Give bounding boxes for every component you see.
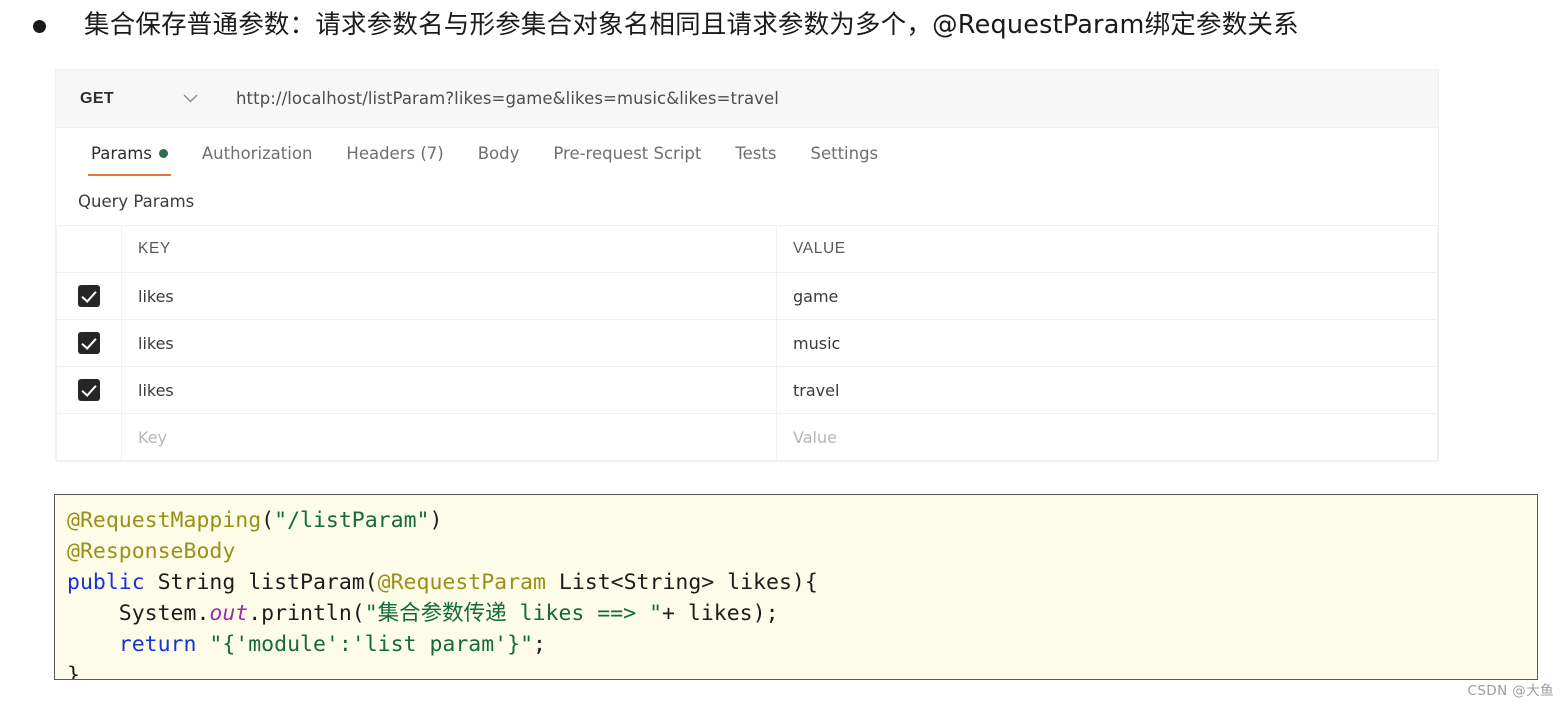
code-line-5: return "{'module':'list param'}"; — [67, 629, 1537, 660]
tab-headers-label: Headers (7) — [346, 143, 444, 163]
row-checkbox-1[interactable] — [57, 332, 121, 354]
row-key-text: likes — [138, 333, 174, 353]
row-checkbox-cell[interactable] — [56, 272, 122, 320]
chevron-down-icon — [183, 91, 198, 106]
http-method-label: GET — [80, 89, 115, 107]
code-token: } — [67, 663, 80, 680]
table-row: likes travel — [56, 366, 1438, 414]
code-token: .println( — [248, 601, 365, 626]
row-value-cell[interactable]: game — [776, 272, 1438, 320]
tab-tests-label: Tests — [735, 143, 777, 163]
csdn-watermark: CSDN @大鱼 — [1467, 683, 1554, 699]
row-key-cell-empty[interactable]: Key — [121, 413, 777, 461]
row-checkbox-cell[interactable] — [56, 319, 122, 367]
code-token: ; — [533, 632, 546, 657]
java-code-block: @RequestMapping("/listParam") @ResponseBo… — [54, 494, 1538, 680]
row-value-placeholder: Value — [793, 427, 837, 447]
request-url-bar: GET http://localhost/listParam?likes=gam… — [56, 70, 1438, 128]
code-token: @RequestParam — [377, 570, 546, 595]
bullet-heading-text: 集合保存普通参数：请求参数名与形参集合对象名相同且请求参数为多个，@Reques… — [84, 10, 1299, 40]
code-token: "/listParam" — [274, 508, 430, 533]
code-token: + likes); — [662, 601, 779, 626]
code-line-2: @ResponseBody — [67, 536, 1537, 567]
table-header-value-label: VALUE — [793, 240, 846, 257]
code-token: public — [67, 570, 145, 595]
postman-request-panel: GET http://localhost/listParam?likes=gam… — [56, 70, 1438, 461]
row-value-cell-empty[interactable]: Value — [776, 413, 1438, 461]
code-token: return — [118, 632, 197, 657]
row-key-cell[interactable]: likes — [121, 272, 777, 320]
code-token: @RequestMapping — [67, 508, 262, 533]
bullet-dot-icon — [33, 20, 46, 33]
row-key-cell[interactable]: likes — [121, 366, 777, 414]
tab-settings[interactable]: Settings — [793, 128, 895, 178]
row-key-text: likes — [138, 380, 174, 400]
tab-pre-request-script[interactable]: Pre-request Script — [536, 128, 718, 178]
request-url-input[interactable]: http://localhost/listParam?likes=game&li… — [216, 89, 779, 108]
bullet-heading: 集合保存普通参数：请求参数名与形参集合对象名相同且请求参数为多个，@Reques… — [0, 8, 1560, 42]
row-key-placeholder: Key — [138, 427, 168, 447]
code-line-3: public String listParam(@RequestParam Li… — [67, 567, 1537, 598]
row-checkbox-0[interactable] — [57, 285, 121, 307]
table-header-row: KEY VALUE — [56, 225, 1438, 273]
code-token: List<String> likes){ — [545, 570, 818, 595]
tab-authorization[interactable]: Authorization — [185, 128, 330, 178]
code-token: @ResponseBody — [67, 539, 236, 564]
code-line-1: @RequestMapping("/listParam") — [67, 505, 1537, 536]
tab-headers[interactable]: Headers (7) — [329, 128, 460, 178]
table-row: likes music — [56, 319, 1438, 367]
table-header-checkbox-cell — [56, 225, 122, 273]
table-header-key-label: KEY — [138, 240, 171, 257]
code-token: "集合参数传递 likes ==> " — [364, 601, 663, 626]
row-checkbox-cell[interactable] — [56, 366, 122, 414]
request-tab-bar: Params Authorization Headers (7) Body Pr… — [56, 128, 1438, 178]
tab-pre-request-script-label: Pre-request Script — [553, 143, 702, 163]
table-header-key: KEY — [121, 225, 777, 273]
row-key-cell[interactable]: likes — [121, 319, 777, 367]
tab-tests[interactable]: Tests — [718, 128, 793, 178]
checkbox-checked-icon — [78, 332, 100, 354]
code-line-6: } — [67, 660, 1537, 680]
row-value-text: game — [793, 286, 839, 306]
tab-params-label: Params — [91, 143, 152, 163]
checkbox-checked-icon — [78, 379, 100, 401]
table-row-empty: Key Value — [56, 413, 1438, 461]
table-row: likes game — [56, 272, 1438, 320]
row-value-cell[interactable]: travel — [776, 366, 1438, 414]
tab-body-label: Body — [477, 143, 520, 163]
row-checkbox-2[interactable] — [57, 379, 121, 401]
row-value-text: music — [793, 333, 841, 353]
row-key-text: likes — [138, 286, 174, 306]
tab-settings-label: Settings — [810, 143, 879, 163]
params-status-dot-icon — [158, 148, 168, 158]
tab-authorization-label: Authorization — [201, 143, 313, 163]
query-params-section-label: Query Params — [56, 178, 1438, 225]
code-token: "{'module':'list param'}" — [209, 632, 534, 657]
code-token: ( — [261, 508, 275, 533]
code-token: String listParam( — [144, 570, 378, 595]
http-method-selector[interactable]: GET — [56, 70, 216, 127]
row-checkbox-cell-empty[interactable] — [56, 413, 122, 461]
tab-params[interactable]: Params — [74, 128, 185, 178]
row-value-cell[interactable]: music — [776, 319, 1438, 367]
code-lines-container: @RequestMapping("/listParam") @ResponseBo… — [67, 505, 1537, 680]
table-header-value: VALUE — [776, 225, 1438, 273]
query-params-table: KEY VALUE likes game likes music likes t… — [56, 225, 1438, 461]
code-token: ) — [429, 508, 443, 533]
checkbox-checked-icon — [78, 285, 100, 307]
row-value-text: travel — [793, 380, 840, 400]
code-token: out — [209, 601, 249, 626]
code-token: System. — [67, 601, 210, 626]
tab-body[interactable]: Body — [461, 128, 537, 178]
code-line-4: System.out.println("集合参数传递 likes ==> "+ … — [67, 598, 1537, 629]
